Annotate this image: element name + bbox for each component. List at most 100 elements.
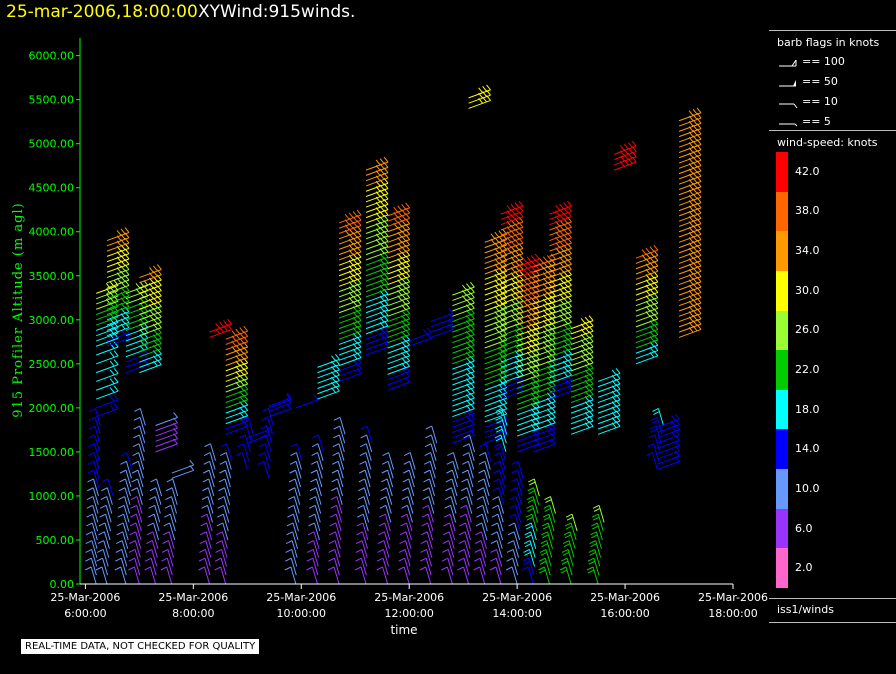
x-tick-group: 25-Mar-2006 6:00:00 25-Mar-2006 8:00:00 25-M… xyxy=(50,584,768,620)
colorbar-label: 18.0 xyxy=(795,402,820,416)
wind-barb xyxy=(150,478,163,497)
y-tick-label: 2000.00 xyxy=(29,402,75,415)
wind-barb xyxy=(101,487,113,505)
y-tick-label: 3500.00 xyxy=(29,270,75,283)
wind-barb xyxy=(161,548,174,567)
wind-barb xyxy=(240,425,253,444)
x-tick-date: 25-Mar-2006 xyxy=(698,591,768,604)
y-tick-label: 6000.00 xyxy=(29,50,75,63)
colorbar-label: 10.0 xyxy=(795,481,820,495)
wind-barb xyxy=(97,540,110,558)
wind-barb xyxy=(646,452,658,470)
x-tick-time: 8:00:00 xyxy=(172,607,214,620)
wind-barb xyxy=(164,504,177,523)
wind-barb xyxy=(511,460,524,479)
wind-barb xyxy=(100,496,113,514)
x-tick-date: 25-Mar-2006 xyxy=(590,591,660,604)
colorbar-label: 30.0 xyxy=(795,283,820,297)
wind-barb xyxy=(425,425,438,444)
wind-barb xyxy=(147,522,160,541)
wind-barb xyxy=(101,478,114,497)
y-tick-label: 0.00 xyxy=(50,578,75,591)
wind-barb xyxy=(160,566,173,585)
wind-barb xyxy=(165,487,178,505)
legend-divider-mid xyxy=(769,130,896,131)
colorbar-segment xyxy=(776,429,788,470)
x-tick-date: 25-Mar-2006 xyxy=(158,591,228,604)
wind-barb xyxy=(149,496,161,514)
colorbar-label: 42.0 xyxy=(795,164,820,178)
wind-barb-plot: 0.00 500.00 1000.00 1500.00 2000.00 2500.00 30… xyxy=(11,38,768,637)
wind-barb xyxy=(146,531,159,549)
x-tick-time: 14:00:00 xyxy=(492,607,541,620)
colorbar-label: 14.0 xyxy=(795,442,820,456)
x-tick-time: 6:00:00 xyxy=(64,607,106,620)
flag-label-10: == 10 xyxy=(802,95,838,108)
wind-barb xyxy=(149,487,162,505)
wind-barb xyxy=(257,460,270,479)
wind-barb xyxy=(522,566,534,585)
y-tick-label: 5000.00 xyxy=(29,138,75,151)
colorbar-segment xyxy=(776,191,788,232)
wind-barb xyxy=(165,496,178,514)
y-tick-label: 1500.00 xyxy=(29,446,75,459)
wind-barb xyxy=(98,531,110,549)
y-tick-label: 500.00 xyxy=(36,534,75,547)
data-source-label: iss1/winds xyxy=(777,603,834,616)
wind-barb xyxy=(220,443,233,461)
y-tick-group: 0.00 500.00 1000.00 1500.00 2000.00 2500.00 30… xyxy=(29,50,80,591)
wind-barb xyxy=(649,425,662,444)
wind-barb xyxy=(96,557,109,576)
x-tick-time: 10:00:00 xyxy=(277,607,326,620)
wind-barb xyxy=(258,452,271,470)
wind-barb xyxy=(290,443,303,461)
quality-disclaimer: REAL-TIME DATA, NOT CHECKED FOR QUALITY xyxy=(20,638,261,655)
y-axis-label: 915 Profiler Altitude (m agl) xyxy=(11,202,26,417)
wind-barb xyxy=(447,452,459,470)
x-tick-date: 25-Mar-2006 xyxy=(482,591,552,604)
wind-barb xyxy=(146,540,158,558)
wind-barb xyxy=(96,376,119,391)
colorbar-segment xyxy=(776,310,788,351)
y-tick-label: 1000.00 xyxy=(29,490,75,503)
y-tick-label: 5500.00 xyxy=(29,94,75,107)
legend-divider-top xyxy=(769,30,896,31)
wind-barb xyxy=(162,540,175,558)
wind-barb xyxy=(96,341,119,356)
x-tick-time: 12:00:00 xyxy=(384,607,433,620)
flag-50-icon xyxy=(779,80,796,87)
wind-barb xyxy=(259,443,271,461)
wind-barb xyxy=(237,443,250,461)
wind-barb xyxy=(479,443,492,461)
wind-barb xyxy=(144,566,157,585)
wind-barb xyxy=(98,522,111,541)
legend-divider-end xyxy=(769,622,896,623)
wind-speed-colorbar xyxy=(776,152,788,589)
flag-label-100: == 100 xyxy=(802,55,845,68)
y-tick-label: 2500.00 xyxy=(29,358,75,371)
wind-barb xyxy=(96,394,119,409)
colorbar-label: 34.0 xyxy=(795,244,820,258)
wind-barb xyxy=(166,478,179,497)
wind-barb xyxy=(95,566,108,585)
legend-divider-bottom xyxy=(769,598,896,599)
wind-barb xyxy=(586,566,599,585)
wind-barb xyxy=(204,443,217,461)
x-tick-date: 25-Mar-2006 xyxy=(50,591,120,604)
flag-label-5: == 5 xyxy=(802,115,831,128)
wind-barb xyxy=(99,513,112,532)
colorbar-label: 38.0 xyxy=(795,204,820,218)
wind-barb xyxy=(163,522,176,541)
y-tick-label: 4000.00 xyxy=(29,226,75,239)
wind-barb xyxy=(145,548,158,567)
wind-barb xyxy=(559,566,572,585)
wind-barb xyxy=(99,504,112,523)
x-tick-date: 25-Mar-2006 xyxy=(266,591,336,604)
y-tick-label: 3000.00 xyxy=(29,314,75,327)
colorbar-segment xyxy=(776,350,788,391)
colorbar-label: 2.0 xyxy=(795,561,813,575)
flag-100-icon xyxy=(779,59,797,67)
wind-barb xyxy=(538,566,550,585)
x-tick-time: 18:00:00 xyxy=(708,607,757,620)
wind-barb xyxy=(148,504,161,523)
